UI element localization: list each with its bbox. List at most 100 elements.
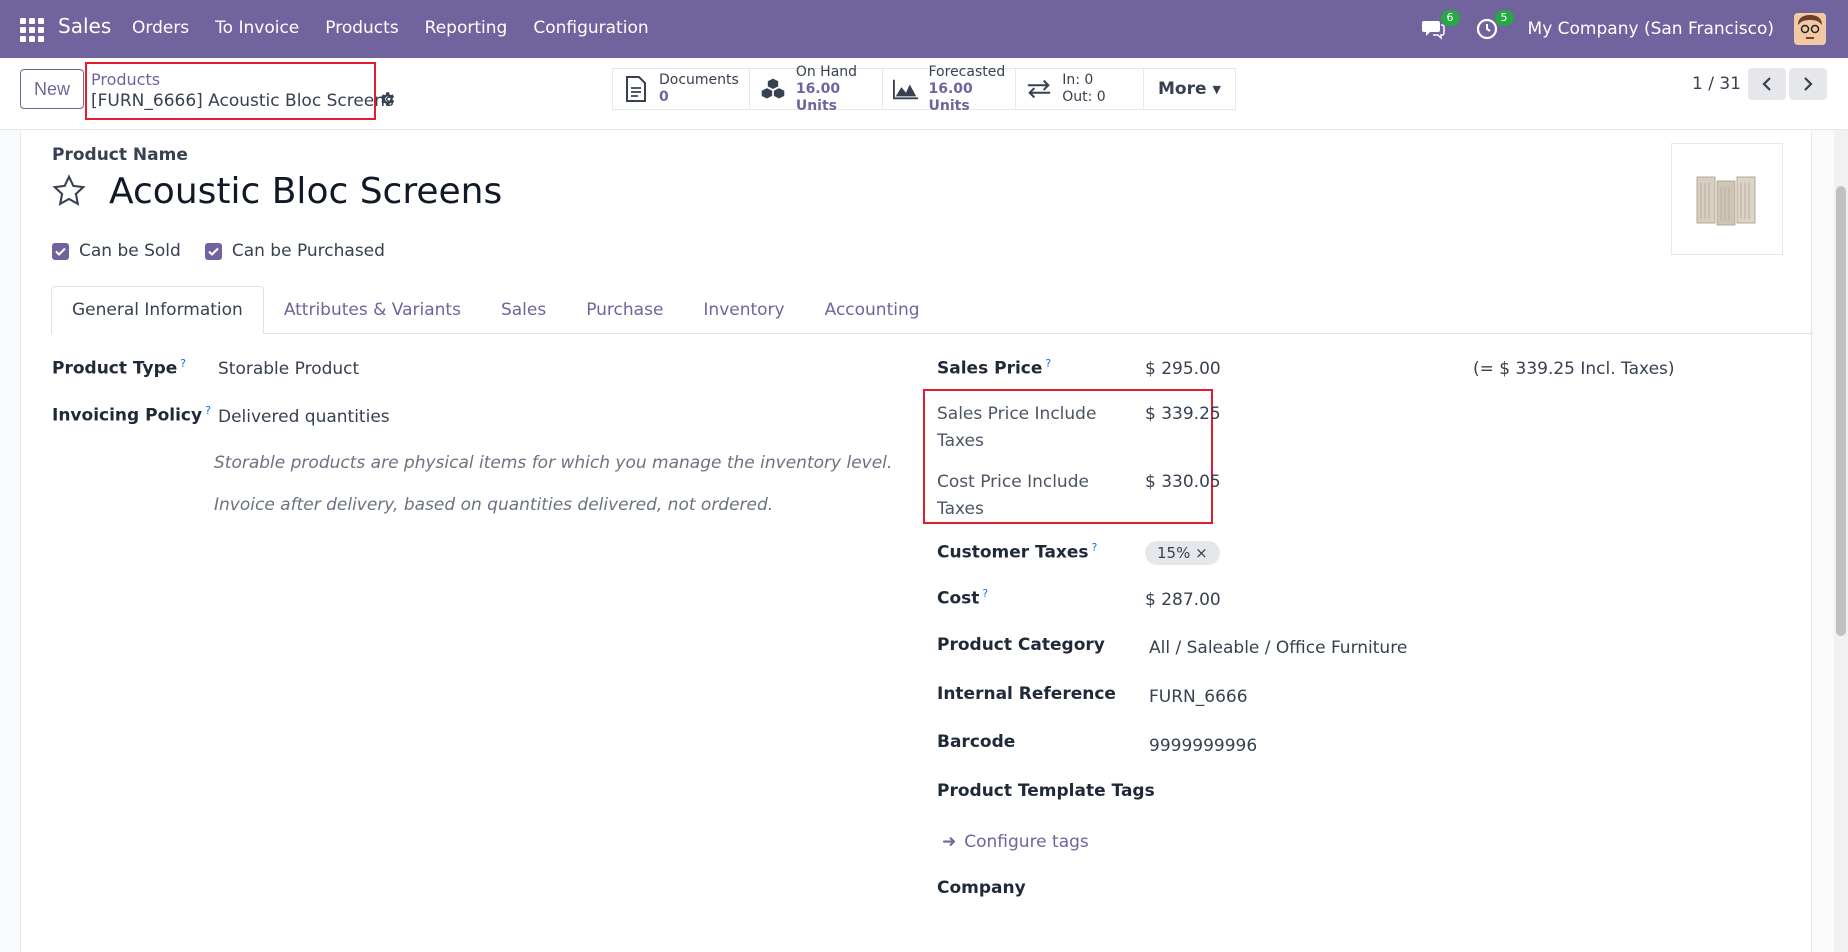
systray: 6 5 My Company (San Francisco) <box>1420 0 1848 58</box>
cost-price-include-taxes-label: Cost Price Include Taxes <box>937 472 1089 519</box>
page-scrollbar[interactable] <box>1834 130 1848 952</box>
activities-badge: 5 <box>1494 10 1514 26</box>
documents-value: 0 <box>659 89 669 105</box>
company-switcher[interactable]: My Company (San Francisco) <box>1528 19 1774 39</box>
product-type-label: Product Type? <box>52 357 187 379</box>
tab-inventory[interactable]: Inventory <box>683 286 804 334</box>
messages-badge: 6 <box>1440 10 1460 26</box>
cost-price-include-taxes-value: $ 330.05 <box>1145 472 1221 492</box>
pager-next-button[interactable] <box>1789 68 1827 100</box>
product-template-tags-label: Product Template Tags <box>937 781 1155 801</box>
barcode-input[interactable]: 9999999996 <box>1149 736 1257 756</box>
control-panel: New Products [FURN_6666] Acoustic Bloc S… <box>0 58 1848 130</box>
scrollbar-thumb[interactable] <box>1836 186 1846 636</box>
forecasted-value: 16.00 Units <box>928 80 973 114</box>
barcode-label: Barcode <box>937 732 1016 752</box>
breadcrumb-products-link[interactable]: Products <box>91 70 160 89</box>
help-tooltip-icon[interactable]: ? <box>982 587 988 600</box>
on-hand-smart-button[interactable]: On Hand 16.00 Units <box>750 64 883 114</box>
tab-sales[interactable]: Sales <box>481 286 566 334</box>
cubes-icon <box>760 76 786 102</box>
in-out-smart-button[interactable]: In: 0 Out: 0 <box>1016 69 1145 109</box>
can-be-sold-option[interactable]: Can be Sold <box>52 241 181 261</box>
product-type-help-text: Storable products are physical items for… <box>214 453 893 473</box>
sales-price-input[interactable]: $ 295.00 <box>1145 359 1221 379</box>
menu-reporting[interactable]: Reporting <box>425 18 508 38</box>
top-navbar: Sales Orders To Invoice Products Reporti… <box>0 0 1848 58</box>
menu-orders[interactable]: Orders <box>132 18 189 38</box>
product-name-input[interactable]: Acoustic Bloc Screens <box>109 171 502 212</box>
product-flags: Can be Sold Can be Purchased <box>52 241 409 261</box>
document-icon <box>623 76 649 102</box>
product-name-label: Product Name <box>52 145 188 165</box>
can-be-sold-label: Can be Sold <box>79 241 181 261</box>
product-category-select[interactable]: All / Saleable / Office Furniture <box>1149 638 1407 658</box>
area-chart-icon <box>892 76 919 102</box>
tab-attributes-variants[interactable]: Attributes & Variants <box>264 286 481 334</box>
product-category-label: Product Category <box>937 635 1105 655</box>
pager-value[interactable]: 1 / 31 <box>1692 74 1741 94</box>
messages-icon[interactable]: 6 <box>1420 10 1460 42</box>
tab-purchase[interactable]: Purchase <box>566 286 683 334</box>
favorite-star-icon[interactable] <box>51 173 87 209</box>
breadcrumb: Products [FURN_6666] Acoustic Bloc Scree… <box>85 62 394 120</box>
exchange-arrows-icon <box>1026 76 1052 102</box>
company-label: Company <box>937 878 1026 898</box>
documents-smart-button[interactable]: Documents 0 <box>613 69 750 109</box>
menu-to-invoice[interactable]: To Invoice <box>215 18 299 38</box>
form-tabs: General Information Attributes & Variant… <box>51 286 1813 334</box>
gear-icon[interactable] <box>378 90 396 108</box>
internal-reference-input[interactable]: FURN_6666 <box>1149 687 1248 707</box>
more-label: More <box>1158 79 1207 99</box>
out-count: Out: 0 <box>1062 89 1106 105</box>
chevron-right-icon <box>1804 77 1813 91</box>
customer-taxes-label: Customer Taxes? <box>937 541 1098 563</box>
can-be-purchased-label: Can be Purchased <box>231 241 385 261</box>
configure-tags-link[interactable]: ➜ Configure tags <box>942 832 1089 852</box>
sales-price-label: Sales Price? <box>937 357 1052 379</box>
can-be-purchased-checkbox[interactable] <box>204 242 222 260</box>
caret-down-icon: ▼ <box>1212 82 1221 96</box>
documents-label: Documents <box>659 72 739 88</box>
activity-clock-icon[interactable]: 5 <box>1474 10 1514 42</box>
check-icon <box>208 247 219 256</box>
main-menu: Orders To Invoice Products Reporting Con… <box>132 18 675 38</box>
in-count: In: 0 <box>1062 72 1094 88</box>
form-sheet: Product Name Acoustic Bloc Screens Can b… <box>20 131 1813 952</box>
user-avatar[interactable] <box>1794 13 1826 45</box>
help-tooltip-icon[interactable]: ? <box>1092 541 1098 554</box>
internal-reference-label: Internal Reference <box>937 684 1116 704</box>
help-tooltip-icon[interactable]: ? <box>1045 357 1051 370</box>
cost-label: Cost? <box>937 587 989 609</box>
check-icon <box>55 247 66 256</box>
breadcrumb-current-record: [FURN_6666] Acoustic Bloc Screens <box>91 91 394 111</box>
invoicing-policy-help-text: Invoice after delivery, based on quantit… <box>214 495 774 515</box>
pager-previous-button[interactable] <box>1748 68 1786 100</box>
help-tooltip-icon[interactable]: ? <box>180 357 186 370</box>
menu-products[interactable]: Products <box>325 18 398 38</box>
product-image[interactable] <box>1671 143 1783 255</box>
apps-menu-icon[interactable] <box>20 18 44 42</box>
acoustic-screen-image <box>1696 176 1756 226</box>
more-dropdown-button[interactable]: More ▼ <box>1144 69 1235 109</box>
tab-accounting[interactable]: Accounting <box>805 286 940 334</box>
invoicing-policy-label: Invoicing Policy? <box>52 404 211 426</box>
smart-buttons: Documents 0 On Hand 16.00 Units Forecast… <box>612 64 1236 114</box>
sales-price-include-taxes-label: Sales Price Include Taxes <box>937 404 1097 451</box>
can-be-sold-checkbox[interactable] <box>52 242 69 260</box>
cost-input[interactable]: $ 287.00 <box>1145 590 1221 610</box>
forecasted-smart-button[interactable]: Forecasted 16.00 Units <box>883 64 1017 114</box>
chevron-left-icon <box>1762 77 1771 91</box>
menu-configuration[interactable]: Configuration <box>533 18 648 38</box>
tab-general-information[interactable]: General Information <box>51 286 264 334</box>
arrow-right-icon: ➜ <box>942 832 957 852</box>
forecasted-label: Forecasted <box>928 63 1006 80</box>
app-name[interactable]: Sales <box>58 14 111 38</box>
product-type-select[interactable]: Storable Product <box>218 359 359 379</box>
new-button[interactable]: New <box>20 69 84 109</box>
customer-tax-tag[interactable]: 15% × <box>1145 541 1220 565</box>
can-be-purchased-option[interactable]: Can be Purchased <box>204 241 385 261</box>
invoicing-policy-select[interactable]: Delivered quantities <box>218 407 390 427</box>
sales-price-include-taxes-value: $ 339.25 <box>1145 404 1221 424</box>
help-tooltip-icon[interactable]: ? <box>205 404 211 417</box>
